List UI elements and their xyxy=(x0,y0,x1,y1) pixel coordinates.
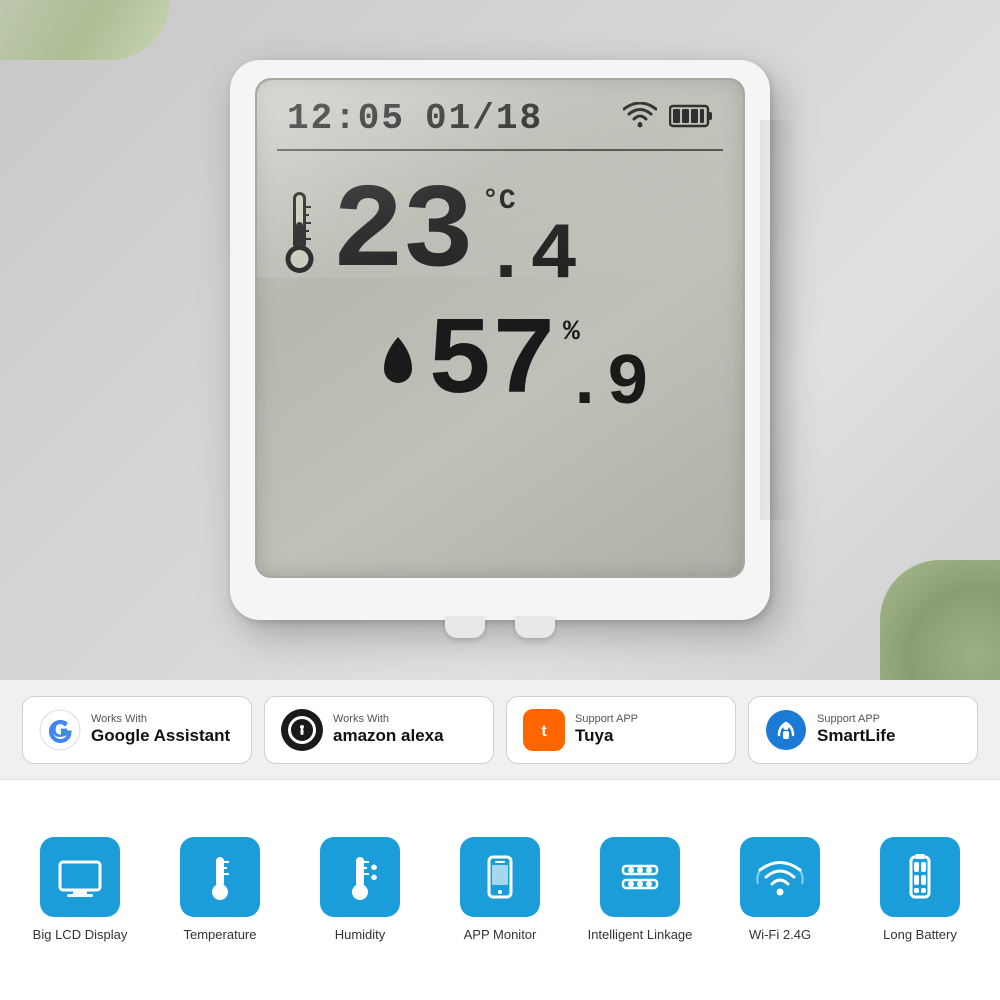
temperature-decimal: .4 xyxy=(482,217,578,297)
battery-icon xyxy=(669,103,713,134)
feature-wifi: Wi-Fi 2.4G xyxy=(710,837,850,944)
badges-section: G Works With Google Assistant Works With… xyxy=(0,680,1000,780)
battery-icon-box xyxy=(880,837,960,917)
status-left: 12:05 01/18 xyxy=(287,98,543,139)
feature-humidity: Humidity xyxy=(290,837,430,944)
device-tab-left xyxy=(445,616,485,638)
temperature-icon-box xyxy=(180,837,260,917)
feature-temperature-label: Temperature xyxy=(184,927,257,944)
date-display: 01/18 xyxy=(425,98,543,139)
alexa-icon xyxy=(281,709,323,751)
feature-app-label: APP Monitor xyxy=(464,927,537,944)
feature-humidity-label: Humidity xyxy=(335,927,386,944)
feature-app: APP Monitor xyxy=(430,837,570,944)
smartlife-icon xyxy=(765,709,807,751)
feature-linkage: Intelligent Linkage xyxy=(570,837,710,944)
tuya-badge-text: Support APP Tuya xyxy=(575,713,638,747)
humidity-value: 57 xyxy=(427,309,555,419)
linkage-icon-box xyxy=(600,837,680,917)
google-assistant-label: Google Assistant xyxy=(91,726,230,746)
time-display: 12:05 xyxy=(287,98,405,139)
feature-linkage-label: Intelligent Linkage xyxy=(588,927,693,944)
product-section: 12:05 01/18 xyxy=(0,0,1000,680)
app-icon-box xyxy=(460,837,540,917)
tuya-support-label: Support APP xyxy=(575,713,638,726)
alexa-ring-inner xyxy=(288,716,316,744)
lcd-icon-box xyxy=(40,837,120,917)
svg-text:G: G xyxy=(51,717,68,742)
plant-decoration-bottom xyxy=(880,560,1000,680)
feature-lcd: Big LCD Display xyxy=(10,837,150,944)
google-badge-text: Works With Google Assistant xyxy=(91,713,230,747)
status-bar: 12:05 01/18 xyxy=(257,80,743,149)
alexa-works-with-label: Works With xyxy=(333,713,444,726)
google-g-icon: G xyxy=(39,709,81,751)
humidity-area: 57 % .9 xyxy=(257,297,743,420)
temperature-unit: °C .4 xyxy=(482,171,578,297)
badge-tuya: t Support APP Tuya xyxy=(506,696,736,764)
feature-battery-label: Long Battery xyxy=(883,927,957,944)
alexa-badge-text: Works With amazon alexa xyxy=(333,713,444,747)
temperature-area: 23 °C .4 xyxy=(257,151,743,297)
feature-lcd-label: Big LCD Display xyxy=(33,927,128,944)
humidity-unit: % .9 xyxy=(563,307,649,420)
temperature-value: 23 xyxy=(332,174,472,294)
droplet-icon xyxy=(377,333,419,394)
alexa-label: amazon alexa xyxy=(333,726,444,746)
device-tab-right xyxy=(515,616,555,638)
device-tabs xyxy=(445,616,555,638)
status-icons xyxy=(623,102,713,135)
features-section: Big LCD Display Temperature xyxy=(0,780,1000,1000)
feature-battery: Long Battery xyxy=(850,837,990,944)
divider-line xyxy=(277,149,723,151)
smartlife-badge-text: Support APP SmartLife xyxy=(817,713,895,747)
device-casing: 12:05 01/18 xyxy=(230,60,770,620)
thermometer-icon xyxy=(277,187,322,282)
humidity-decimal: .9 xyxy=(563,348,649,420)
wifi-icon-box xyxy=(740,837,820,917)
wifi-icon xyxy=(623,102,657,135)
humidity-icon-box xyxy=(320,837,400,917)
feature-wifi-label: Wi-Fi 2.4G xyxy=(749,927,811,944)
tuya-icon: t xyxy=(523,709,565,751)
badge-amazon-alexa: Works With amazon alexa xyxy=(264,696,494,764)
smartlife-support-label: Support APP xyxy=(817,713,895,726)
google-works-with-label: Works With xyxy=(91,713,230,726)
badge-google-assistant: G Works With Google Assistant xyxy=(22,696,252,764)
feature-temperature: Temperature xyxy=(150,837,290,944)
svg-text:t: t xyxy=(541,723,547,740)
smartlife-label: SmartLife xyxy=(817,726,895,746)
badge-smartlife: Support APP SmartLife xyxy=(748,696,978,764)
lcd-screen: 12:05 01/18 xyxy=(255,78,745,578)
plant-decoration-top xyxy=(0,0,170,60)
tuya-label: Tuya xyxy=(575,726,638,746)
